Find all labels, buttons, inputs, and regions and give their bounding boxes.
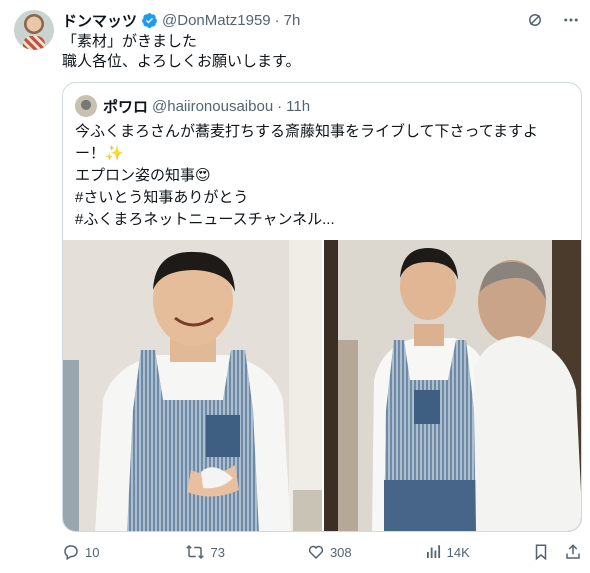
photo-2[interactable] <box>324 240 581 531</box>
hashtag[interactable]: #さいとう知事ありがとう <box>75 187 571 209</box>
media-gallery <box>63 240 581 531</box>
repost-count: 73 <box>210 544 225 560</box>
views-icon <box>426 545 440 558</box>
timestamp[interactable]: 7h <box>284 12 301 29</box>
like-icon <box>308 545 324 560</box>
like-button[interactable]: 308 <box>307 543 352 561</box>
tweet-text: 「素材」がきました 職人各位、よろしくお願いします。 <box>62 32 301 72</box>
reply-count: 10 <box>85 544 100 560</box>
quote-separator: · <box>277 97 283 115</box>
reply-icon <box>64 545 78 561</box>
views-count: 14K <box>446 544 470 560</box>
handle[interactable]: @DonMatz1959 <box>162 12 271 29</box>
quote-text: 今ふくまろさんが蕎麦打ちする斎藤知事をライブして下さってますよ ー！✨ エプロン… <box>75 121 571 231</box>
quote-text-line: 今ふくまろさんが蕎麦打ちする斎藤知事をライブして下さってますよ <box>75 123 539 140</box>
quote-display-name[interactable]: ポワロ <box>103 96 148 117</box>
grok-icon[interactable] <box>526 11 544 29</box>
more-icon[interactable] <box>562 11 580 29</box>
like-count: 308 <box>329 544 352 560</box>
quote-text-line: ー！✨ <box>75 145 124 162</box>
photo-1[interactable] <box>63 240 322 531</box>
repost-icon <box>186 544 205 560</box>
share-icon[interactable] <box>564 543 582 561</box>
quote-header: ポワロ @haiironousaibou · 11h <box>75 95 310 117</box>
quoted-tweet[interactable]: ポワロ @haiironousaibou · 11h 今ふくまろさんが蕎麦打ちす… <box>62 82 582 532</box>
verified-badge-icon <box>142 12 157 28</box>
tweet: ドンマッツ @DonMatz1959 · 7h 「素材」がきました 職人各位、よ… <box>0 0 590 573</box>
tweet-header: ドンマッツ @DonMatz1959 · 7h <box>62 10 580 30</box>
quote-handle[interactable]: @haiironousaibou <box>152 98 273 115</box>
separator: · <box>274 11 280 29</box>
tweet-text-line: 「素材」がきました <box>62 33 198 50</box>
quote-avatar[interactable] <box>75 95 97 117</box>
header-actions <box>526 11 580 29</box>
quote-text-line: エプロン姿の知事😍 <box>75 167 211 184</box>
tweet-text-line: 職人各位、よろしくお願いします。 <box>62 53 301 70</box>
bookmark-icon[interactable] <box>532 543 550 561</box>
quote-timestamp[interactable]: 11h <box>286 98 310 115</box>
reply-button[interactable]: 10 <box>62 543 99 561</box>
hashtag[interactable]: #ふくまろネットニュースチャンネル... <box>75 209 571 231</box>
avatar[interactable] <box>14 10 54 50</box>
footer-right-actions <box>532 543 582 561</box>
action-bar: 10 73 308 14K <box>62 540 582 564</box>
display-name[interactable]: ドンマッツ <box>62 10 137 31</box>
repost-button[interactable]: 73 <box>185 543 225 561</box>
views-button[interactable]: 14K <box>424 543 470 561</box>
